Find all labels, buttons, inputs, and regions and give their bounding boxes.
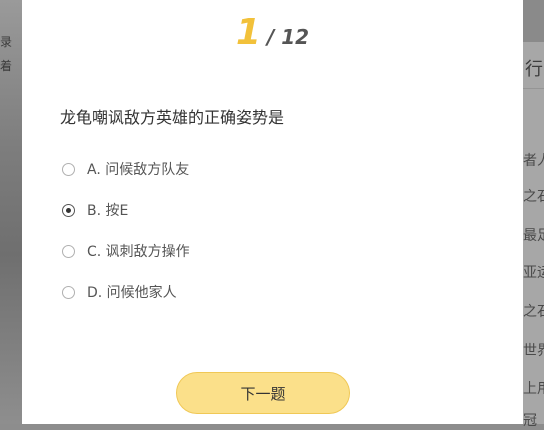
- option-label: D. 问候他家人: [87, 285, 177, 301]
- radio-button[interactable]: [62, 162, 75, 176]
- background-heading: 行: [525, 59, 543, 80]
- background-text: 录: [0, 35, 13, 49]
- background-text: 亚运: [523, 265, 544, 281]
- radio-button-selected[interactable]: [62, 203, 75, 217]
- question-text: 龙龟嘲讽敌方英雄的正确姿势是: [60, 108, 285, 127]
- total-questions: / 12: [266, 25, 310, 49]
- current-question-number: 1: [235, 12, 261, 53]
- background-page-left: 录 着: [0, 0, 22, 424]
- radio-button[interactable]: [62, 244, 75, 258]
- background-text: 之石: [523, 189, 544, 205]
- option-label: B. 按E: [87, 203, 129, 219]
- option-d[interactable]: D. 问候他家人: [62, 281, 362, 303]
- background-header-strip: [523, 0, 544, 42]
- background-text: 者人: [523, 153, 544, 169]
- background-page-right: 行 者人 之石 最足 亚运 之石 世界 上用 冠: [523, 0, 544, 429]
- background-text: 上用: [523, 381, 544, 397]
- background-text: 世界: [523, 343, 544, 359]
- next-question-button[interactable]: 下一题: [176, 372, 350, 414]
- background-divider: [523, 88, 544, 89]
- option-b[interactable]: B. 按E: [62, 199, 362, 221]
- background-text: 着: [0, 59, 13, 73]
- option-a[interactable]: A. 问候敌方队友: [62, 158, 362, 180]
- radio-button[interactable]: [62, 285, 75, 299]
- option-label: A. 问候敌方队友: [87, 162, 190, 178]
- option-c[interactable]: C. 讽刺敌方操作: [62, 240, 362, 262]
- question-counter: 1/ 12: [22, 12, 523, 53]
- background-text: 最足: [523, 228, 544, 244]
- background-text: 冠: [523, 413, 537, 429]
- background-text: 之石: [523, 304, 544, 320]
- option-label: C. 讽刺敌方操作: [87, 244, 190, 260]
- quiz-modal: 1/ 12 龙龟嘲讽敌方英雄的正确姿势是 A. 问候敌方队友 B. 按E C. …: [22, 0, 523, 424]
